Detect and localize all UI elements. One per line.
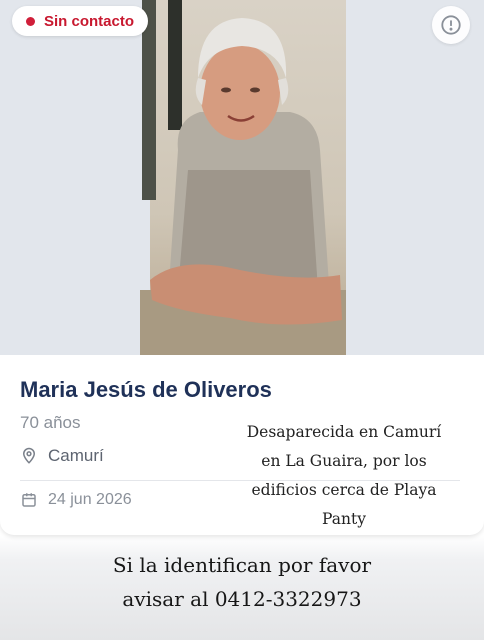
description-line: en La Guaira, por los bbox=[261, 452, 427, 470]
date-row: 24 jun 2026 bbox=[20, 491, 132, 509]
person-location: Camurí bbox=[48, 446, 104, 465]
status-badge-label: Sin contacto bbox=[44, 12, 135, 30]
missing-person-card[interactable]: Sin contacto Maria Jesús de Oliveros 70 … bbox=[0, 0, 484, 535]
description-line: edificios cerca de Playa bbox=[251, 481, 437, 499]
info-button[interactable] bbox=[432, 6, 470, 44]
calendar-icon bbox=[22, 493, 36, 507]
description-overlay: Desaparecida en Camurí en La Guaira, por… bbox=[228, 418, 460, 534]
description-line: Panty bbox=[322, 510, 366, 528]
location-row: Camurí bbox=[20, 446, 104, 466]
footer-line: avisar al 0412-3322973 bbox=[122, 587, 362, 611]
status-badge: Sin contacto bbox=[12, 6, 149, 36]
photo-area bbox=[0, 0, 484, 355]
contact-footer: Si la identifican por favor avisar al 04… bbox=[0, 548, 484, 616]
map-pin-icon bbox=[22, 447, 36, 464]
description-line: Desaparecida en Camurí bbox=[246, 423, 442, 441]
alert-circle-icon bbox=[441, 15, 461, 35]
footer-line: Si la identifican por favor bbox=[112, 553, 372, 577]
report-date: 24 jun 2026 bbox=[48, 491, 132, 508]
person-age: 70 años bbox=[20, 413, 81, 432]
person-name: Maria Jesús de Oliveros bbox=[20, 377, 272, 402]
status-dot bbox=[26, 16, 35, 26]
